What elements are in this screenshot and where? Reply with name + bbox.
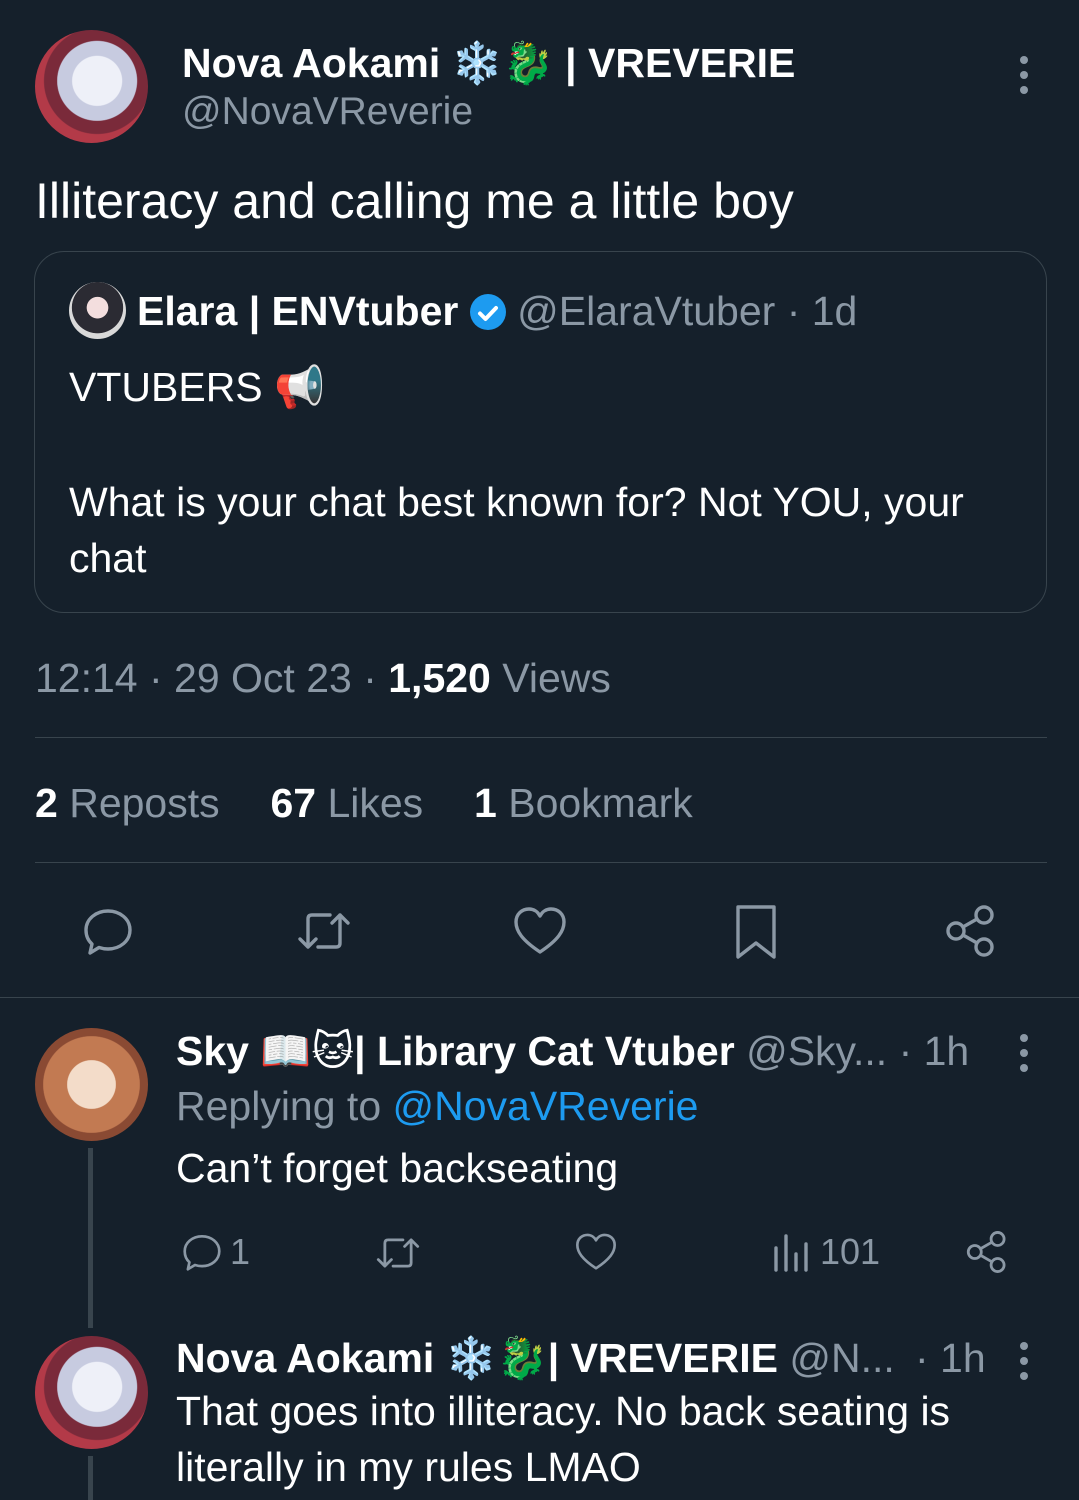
reply1-replying-to: Replying to @NovaVReverie — [176, 1083, 699, 1129]
reply1-more-button[interactable] — [1014, 1034, 1034, 1072]
reply2-author-avatar[interactable] — [35, 1336, 148, 1449]
reply-icon — [183, 1234, 221, 1271]
divider — [0, 997, 1079, 998]
likes-stat[interactable]: 67 Likes — [270, 780, 423, 826]
stats-row: 2 Reposts 67 Likes 1 Bookmark — [35, 780, 693, 827]
quoted-author-line: Elara | ENVtuber @ElaraVtuber · 1d — [137, 288, 857, 335]
reply1-text: Can’t forget backseating — [176, 1145, 619, 1191]
reply2-author-handle[interactable]: @N... — [789, 1335, 894, 1381]
quoted-author-name: Elara | ENVtuber — [137, 288, 459, 334]
heart-icon[interactable] — [512, 904, 568, 958]
more-dot — [1020, 1049, 1028, 1057]
main-author-avatar[interactable] — [35, 30, 148, 143]
more-dot — [1020, 1034, 1028, 1042]
more-dot — [1020, 1372, 1028, 1380]
reply1-author-handle[interactable]: @Sky... · 1h — [746, 1028, 969, 1074]
views-count: 1,520 — [388, 655, 491, 701]
reposts-stat[interactable]: 2 Reposts — [35, 780, 220, 826]
main-author-name-line[interactable]: Nova Aokami ❄️🐉 | VREVERIE — [182, 40, 795, 88]
more-dot — [1020, 56, 1028, 64]
quoted-tweet-line1: VTUBERS 📢 — [69, 364, 326, 410]
bookmarks-stat[interactable]: 1 Bookmark — [474, 780, 693, 826]
main-author-handle[interactable]: @NovaVReverie — [182, 90, 473, 134]
reply1-views-count: 101 — [820, 1231, 881, 1272]
reply2-text-line2: literally in my rules LMAO — [176, 1444, 641, 1490]
thread-line — [88, 1148, 93, 1328]
reply1-reply-count: 1 — [230, 1231, 251, 1272]
more-options-button[interactable] — [1014, 56, 1034, 94]
tweet-timestamp[interactable]: 12:14 · 29 Oct 23 · — [35, 655, 388, 701]
reply2-more-button[interactable] — [1014, 1342, 1034, 1380]
main-author-suffix: | VREVERIE — [565, 40, 796, 86]
main-author-name[interactable]: Nova Aokami — [182, 40, 440, 86]
views-icon — [774, 1234, 808, 1272]
more-dot — [1020, 1064, 1028, 1072]
quoted-tweet-line2: What is your chat best known for? Not YO… — [69, 479, 964, 581]
reply2-time[interactable]: · 1h — [915, 1335, 986, 1382]
repost-icon[interactable] — [373, 1230, 423, 1276]
replying-to-link[interactable]: @NovaVReverie — [393, 1083, 699, 1129]
reply1-reply-button[interactable]: 1 — [180, 1230, 250, 1274]
main-tweet-text: Illiteracy and calling me a little boy — [35, 173, 794, 229]
quoted-tweet-card[interactable]: Elara | ENVtuber @ElaraVtuber · 1d VTUBE… — [34, 251, 1047, 613]
reply1-views-button[interactable]: 101 — [770, 1230, 880, 1274]
main-author-emoji: ❄️🐉 — [451, 40, 554, 86]
more-dot — [1020, 1357, 1028, 1365]
quoted-author-avatar — [69, 282, 126, 339]
reply-icon[interactable] — [80, 903, 136, 959]
divider — [35, 862, 1047, 863]
divider — [35, 737, 1047, 738]
quoted-author-handle: @ElaraVtuber · 1d — [517, 288, 858, 334]
verified-badge-icon — [469, 294, 506, 330]
more-dot — [1020, 71, 1028, 79]
more-dot — [1020, 1342, 1028, 1350]
views-label: Views — [490, 655, 611, 701]
tweet-meta: 12:14 · 29 Oct 23 · 1,520 Views — [35, 655, 611, 702]
thread-line — [88, 1456, 93, 1500]
reply1-author-name[interactable]: Sky 📖🐱| Library Cat Vtuber — [176, 1028, 735, 1074]
share-icon[interactable] — [944, 903, 998, 959]
repost-icon[interactable] — [294, 903, 354, 959]
reply1-author-avatar[interactable] — [35, 1028, 148, 1141]
more-dot — [1020, 86, 1028, 94]
reply2-author-line[interactable]: Nova Aokami ❄️🐉| VREVERIE @N... — [176, 1335, 895, 1383]
share-icon[interactable] — [965, 1229, 1009, 1275]
heart-icon[interactable] — [574, 1231, 618, 1273]
reply1-author-line[interactable]: Sky 📖🐱| Library Cat Vtuber @Sky... · 1h — [176, 1027, 969, 1076]
reply2-author-name[interactable]: Nova Aokami ❄️🐉| VREVERIE — [176, 1335, 778, 1381]
bookmark-icon[interactable] — [732, 903, 780, 961]
reply2-text-line1: That goes into illiteracy. No back seati… — [176, 1388, 951, 1434]
